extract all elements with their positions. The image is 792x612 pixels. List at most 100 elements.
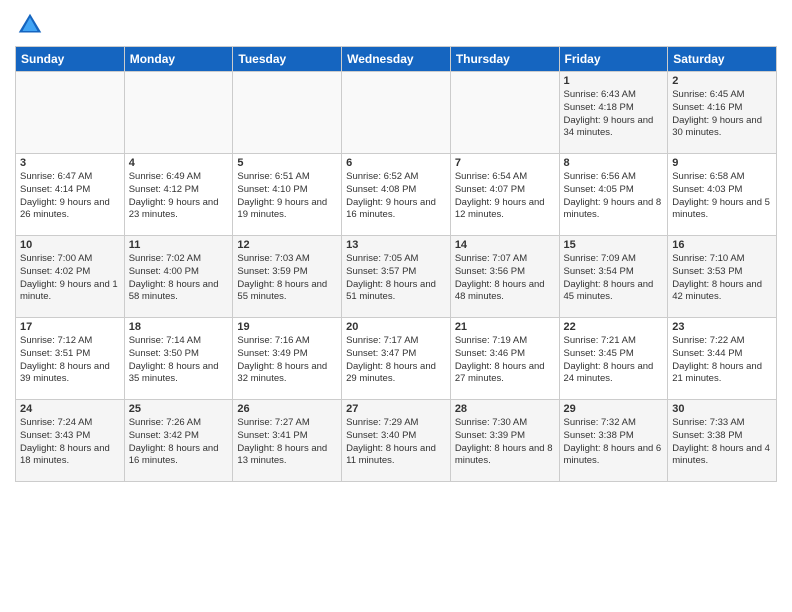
day-info: Sunrise: 7:26 AM Sunset: 3:42 PM Dayligh… xyxy=(129,417,219,466)
day-number: 28 xyxy=(455,403,555,415)
day-number: 15 xyxy=(564,239,664,251)
day-info: Sunrise: 7:30 AM Sunset: 3:39 PM Dayligh… xyxy=(455,417,553,466)
day-info: Sunrise: 7:16 AM Sunset: 3:49 PM Dayligh… xyxy=(237,335,327,384)
day-cell: 1 Sunrise: 6:43 AM Sunset: 4:18 PM Daylig… xyxy=(559,72,668,154)
day-info: Sunrise: 7:05 AM Sunset: 3:57 PM Dayligh… xyxy=(346,253,436,302)
header xyxy=(15,10,777,40)
day-info: Sunrise: 7:02 AM Sunset: 4:00 PM Dayligh… xyxy=(129,253,219,302)
day-info: Sunrise: 7:03 AM Sunset: 3:59 PM Dayligh… xyxy=(237,253,327,302)
day-cell: 23Sunrise: 7:22 AM Sunset: 3:44 PM Dayli… xyxy=(668,318,777,400)
day-info: Sunrise: 7:09 AM Sunset: 3:54 PM Dayligh… xyxy=(564,253,654,302)
day-cell: 14Sunrise: 7:07 AM Sunset: 3:56 PM Dayli… xyxy=(450,236,559,318)
day-number: 18 xyxy=(129,321,229,333)
day-header-sunday: Sunday xyxy=(16,47,125,72)
calendar-header-row: SundayMondayTuesdayWednesdayThursdayFrid… xyxy=(16,47,777,72)
day-header-friday: Friday xyxy=(559,47,668,72)
day-info: Sunrise: 7:12 AM Sunset: 3:51 PM Dayligh… xyxy=(20,335,110,384)
day-info: Sunrise: 6:51 AM Sunset: 4:10 PM Dayligh… xyxy=(237,171,327,220)
day-number: 20 xyxy=(346,321,446,333)
day-cell: 16 Sunrise: 7:10 AM Sunset: 3:53 PM Dayli… xyxy=(668,236,777,318)
day-cell: 13 Sunrise: 7:05 AM Sunset: 3:57 PM Dayli… xyxy=(342,236,451,318)
day-cell: 21 Sunrise: 7:19 AM Sunset: 3:46 PM Dayli… xyxy=(450,318,559,400)
day-header-thursday: Thursday xyxy=(450,47,559,72)
day-number: 2 xyxy=(672,75,772,87)
day-cell: 18 Sunrise: 7:14 AM Sunset: 3:50 PM Dayli… xyxy=(124,318,233,400)
day-cell xyxy=(124,72,233,154)
day-number: 3 xyxy=(20,157,120,169)
day-number: 6 xyxy=(346,157,446,169)
day-info: Sunrise: 6:47 AM Sunset: 4:14 PM Dayligh… xyxy=(20,171,110,220)
day-info: Sunrise: 6:52 AM Sunset: 4:08 PM Dayligh… xyxy=(346,171,436,220)
day-cell: 3 Sunrise: 6:47 AM Sunset: 4:14 PM Daylig… xyxy=(16,154,125,236)
day-number: 7 xyxy=(455,157,555,169)
day-number: 26 xyxy=(237,403,337,415)
day-number: 22 xyxy=(564,321,664,333)
day-header-saturday: Saturday xyxy=(668,47,777,72)
day-info: Sunrise: 7:07 AM Sunset: 3:56 PM Dayligh… xyxy=(455,253,545,302)
day-number: 17 xyxy=(20,321,120,333)
day-header-monday: Monday xyxy=(124,47,233,72)
day-header-tuesday: Tuesday xyxy=(233,47,342,72)
day-cell: 4Sunrise: 6:49 AM Sunset: 4:12 PM Daylig… xyxy=(124,154,233,236)
day-cell: 30Sunrise: 7:33 AM Sunset: 3:38 PM Dayli… xyxy=(668,400,777,482)
day-cell: 28 Sunrise: 7:30 AM Sunset: 3:39 PM Dayli… xyxy=(450,400,559,482)
calendar: SundayMondayTuesdayWednesdayThursdayFrid… xyxy=(15,46,777,482)
day-info: Sunrise: 6:54 AM Sunset: 4:07 PM Dayligh… xyxy=(455,171,545,220)
logo-icon xyxy=(15,10,45,40)
day-info: Sunrise: 6:49 AM Sunset: 4:12 PM Dayligh… xyxy=(129,171,219,220)
day-number: 1 xyxy=(564,75,664,87)
day-info: Sunrise: 7:32 AM Sunset: 3:38 PM Dayligh… xyxy=(564,417,662,466)
day-info: Sunrise: 7:17 AM Sunset: 3:47 PM Dayligh… xyxy=(346,335,436,384)
day-cell: 15 Sunrise: 7:09 AM Sunset: 3:54 PM Dayli… xyxy=(559,236,668,318)
day-cell: 9 Sunrise: 6:58 AM Sunset: 4:03 PM Daylig… xyxy=(668,154,777,236)
day-info: Sunrise: 6:56 AM Sunset: 4:05 PM Dayligh… xyxy=(564,171,662,220)
day-number: 11 xyxy=(129,239,229,251)
day-number: 21 xyxy=(455,321,555,333)
day-info: Sunrise: 7:29 AM Sunset: 3:40 PM Dayligh… xyxy=(346,417,436,466)
day-info: Sunrise: 6:58 AM Sunset: 4:03 PM Dayligh… xyxy=(672,171,770,220)
day-cell xyxy=(16,72,125,154)
logo xyxy=(15,10,49,40)
day-cell xyxy=(342,72,451,154)
day-info: Sunrise: 7:14 AM Sunset: 3:50 PM Dayligh… xyxy=(129,335,219,384)
day-cell: 10Sunrise: 7:00 AM Sunset: 4:02 PM Dayli… xyxy=(16,236,125,318)
day-number: 30 xyxy=(672,403,772,415)
week-row-3: 10Sunrise: 7:00 AM Sunset: 4:02 PM Dayli… xyxy=(16,236,777,318)
day-cell: 6 Sunrise: 6:52 AM Sunset: 4:08 PM Daylig… xyxy=(342,154,451,236)
day-cell: 20 Sunrise: 7:17 AM Sunset: 3:47 PM Dayli… xyxy=(342,318,451,400)
day-number: 5 xyxy=(237,157,337,169)
day-cell xyxy=(233,72,342,154)
day-number: 9 xyxy=(672,157,772,169)
day-number: 27 xyxy=(346,403,446,415)
day-number: 25 xyxy=(129,403,229,415)
day-cell: 29 Sunrise: 7:32 AM Sunset: 3:38 PM Dayli… xyxy=(559,400,668,482)
day-cell: 19 Sunrise: 7:16 AM Sunset: 3:49 PM Dayli… xyxy=(233,318,342,400)
week-row-5: 24 Sunrise: 7:24 AM Sunset: 3:43 PM Dayli… xyxy=(16,400,777,482)
day-number: 16 xyxy=(672,239,772,251)
day-cell: 25 Sunrise: 7:26 AM Sunset: 3:42 PM Dayli… xyxy=(124,400,233,482)
day-cell: 26Sunrise: 7:27 AM Sunset: 3:41 PM Dayli… xyxy=(233,400,342,482)
day-cell: 22 Sunrise: 7:21 AM Sunset: 3:45 PM Dayli… xyxy=(559,318,668,400)
day-info: Sunrise: 6:43 AM Sunset: 4:18 PM Dayligh… xyxy=(564,89,654,138)
day-number: 13 xyxy=(346,239,446,251)
day-cell: 17 Sunrise: 7:12 AM Sunset: 3:51 PM Dayli… xyxy=(16,318,125,400)
week-row-4: 17 Sunrise: 7:12 AM Sunset: 3:51 PM Dayli… xyxy=(16,318,777,400)
day-cell: 12 Sunrise: 7:03 AM Sunset: 3:59 PM Dayli… xyxy=(233,236,342,318)
week-row-1: 1 Sunrise: 6:43 AM Sunset: 4:18 PM Daylig… xyxy=(16,72,777,154)
day-cell: 2Sunrise: 6:45 AM Sunset: 4:16 PM Daylig… xyxy=(668,72,777,154)
day-info: Sunrise: 7:00 AM Sunset: 4:02 PM Dayligh… xyxy=(20,253,118,302)
day-cell xyxy=(450,72,559,154)
day-info: Sunrise: 7:21 AM Sunset: 3:45 PM Dayligh… xyxy=(564,335,654,384)
day-cell: 24 Sunrise: 7:24 AM Sunset: 3:43 PM Dayli… xyxy=(16,400,125,482)
day-number: 24 xyxy=(20,403,120,415)
day-info: Sunrise: 7:24 AM Sunset: 3:43 PM Dayligh… xyxy=(20,417,110,466)
day-number: 23 xyxy=(672,321,772,333)
day-number: 19 xyxy=(237,321,337,333)
day-number: 29 xyxy=(564,403,664,415)
day-info: Sunrise: 7:10 AM Sunset: 3:53 PM Dayligh… xyxy=(672,253,762,302)
day-info: Sunrise: 7:19 AM Sunset: 3:46 PM Dayligh… xyxy=(455,335,545,384)
day-number: 8 xyxy=(564,157,664,169)
day-cell: 5 Sunrise: 6:51 AM Sunset: 4:10 PM Daylig… xyxy=(233,154,342,236)
day-number: 12 xyxy=(237,239,337,251)
day-cell: 8 Sunrise: 6:56 AM Sunset: 4:05 PM Daylig… xyxy=(559,154,668,236)
